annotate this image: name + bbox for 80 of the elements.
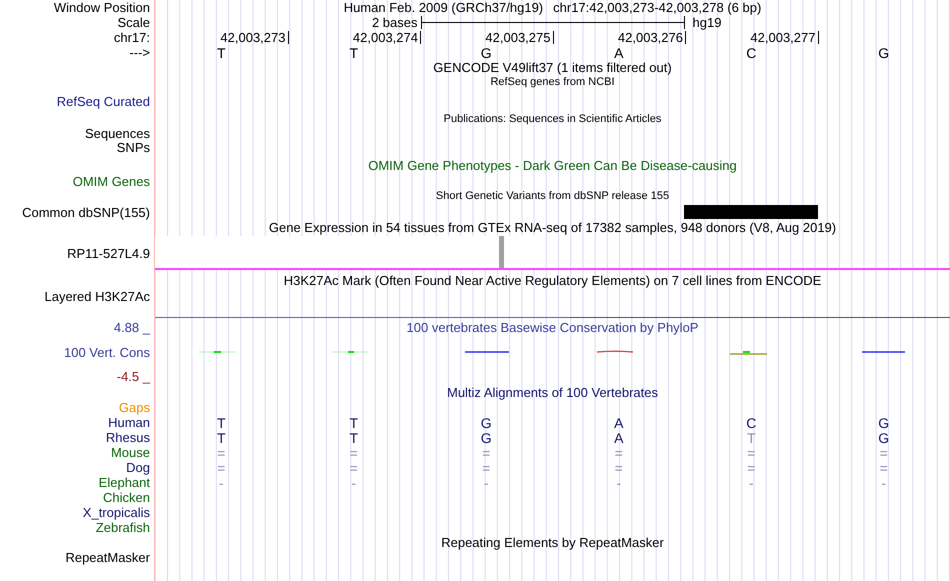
row-label: Scale <box>117 16 150 29</box>
ruler-position: 42,003,276 <box>618 31 686 44</box>
ruler-position: 42,003,274 <box>352 31 421 44</box>
aligned-base: = <box>350 446 358 460</box>
variant-feature[interactable] <box>684 205 818 219</box>
aligned-base: - <box>748 476 754 490</box>
aligned-base: T <box>349 430 358 444</box>
aligned-base: - <box>351 476 356 490</box>
position-range: chr17:42,003,273-42,003,278 (6 bp) <box>553 1 762 14</box>
aligned-base: G <box>878 430 890 444</box>
track-title: Gene Expression in 54 tissues from GTEx RNA-seq of 17382 samples, 948 donors (V8, Aug 2019) <box>268 221 836 234</box>
aligned-base: A <box>614 416 624 430</box>
track-title: RefSeq genes from NCBI <box>490 77 615 88</box>
axis-min-label: -4.5 _ <box>116 370 150 383</box>
row-label: Window Position <box>54 1 150 14</box>
species-label[interactable]: Human <box>108 416 150 429</box>
species-label[interactable]: Mouse <box>110 446 150 459</box>
sequence-base: G <box>878 46 890 60</box>
aligned-base: = <box>614 460 623 474</box>
track-title: Multiz Alignments of 100 Vertebrates <box>446 386 658 399</box>
species-label[interactable]: Chicken <box>103 491 150 504</box>
aligned-base: - <box>881 476 886 490</box>
aligned-base: T <box>216 416 226 430</box>
aligned-base: T <box>216 430 226 444</box>
species-label[interactable]: Rhesus <box>106 431 150 444</box>
sequence-base: A <box>614 46 624 60</box>
sequence-base: T <box>216 46 226 60</box>
aligned-base: G <box>878 416 890 430</box>
aligned-base: = <box>747 446 756 460</box>
aligned-base: A <box>614 430 624 444</box>
aligned-base: = <box>880 460 888 474</box>
aligned-base: T <box>746 430 756 444</box>
track-title: GENCODE V49lift37 (1 items filtered out) <box>433 61 672 74</box>
track-label[interactable]: SNPs <box>116 141 150 154</box>
track-title: Repeating Elements by RepeatMasker <box>441 536 664 549</box>
sequence-base: T <box>349 46 358 60</box>
track-label[interactable]: OMIM Genes <box>72 175 150 188</box>
track-title: Short Genetic Variants from dbSNP release 155 <box>436 191 670 202</box>
aligned-base: G <box>480 430 492 444</box>
track-label[interactable]: 100 Vert. Cons <box>64 346 150 358</box>
species-label[interactable]: Zebrafish <box>96 521 150 534</box>
aligned-base: - <box>218 476 224 490</box>
aligned-base: = <box>482 446 490 460</box>
aligned-base: = <box>614 446 623 460</box>
sequence-base: C <box>746 46 756 60</box>
aligned-base: = <box>350 460 358 474</box>
aligned-base: = <box>880 446 888 460</box>
species-label[interactable]: Elephant <box>98 476 150 489</box>
track-label[interactable]: Layered H3K27Ac <box>44 290 150 303</box>
scale-text: 2 bases <box>372 16 418 29</box>
species-label[interactable]: X_tropicalis <box>82 506 150 519</box>
expression-bar[interactable] <box>499 236 504 268</box>
track-label[interactable]: Sequences <box>84 127 150 140</box>
species-label[interactable]: Dog <box>126 461 150 474</box>
aligned-base: T <box>349 416 358 430</box>
ruler-position: 42,003,277 <box>750 31 818 44</box>
aligned-base: = <box>747 460 756 474</box>
track-title: H3K27Ac Mark (Often Found Near Active Regulatory Elements) on 7 cell lines from ENCODE <box>284 274 822 286</box>
track-label[interactable]: RP11-527L4.9 <box>67 246 150 260</box>
sequence-base: G <box>480 46 492 60</box>
ruler-position: 42,003,275 <box>485 31 554 44</box>
assembly-title: Human Feb. 2009 (GRCh37/hg19) <box>344 1 544 14</box>
ruler-position: 42,003,273 <box>220 31 288 44</box>
aligned-base: G <box>480 416 492 430</box>
aligned-base: = <box>482 460 490 474</box>
row-label: chr17: <box>114 31 150 44</box>
track-title: 100 vertebrates Basewise Conservation by PhyloP <box>406 320 698 334</box>
aligned-base: C <box>746 416 756 430</box>
axis-max-label: 4.88 _ <box>114 320 150 334</box>
track-label[interactable]: Common dbSNP(155) <box>22 206 150 218</box>
assembly-name: hg19 <box>692 16 722 29</box>
track-label[interactable]: RefSeq Curated <box>56 94 150 108</box>
aligned-base: - <box>484 476 489 490</box>
track-title: OMIM Gene Phenotypes - Dark Green Can Be Disease-causing <box>368 158 737 172</box>
strand-label: ---> <box>129 46 150 59</box>
aligned-base: = <box>217 460 226 474</box>
track-title: Publications: Sequences in Scientific Articles <box>444 114 662 125</box>
aligned-base: - <box>616 476 622 490</box>
aligned-base: = <box>217 446 226 460</box>
track-label[interactable]: RepeatMasker <box>65 551 150 564</box>
